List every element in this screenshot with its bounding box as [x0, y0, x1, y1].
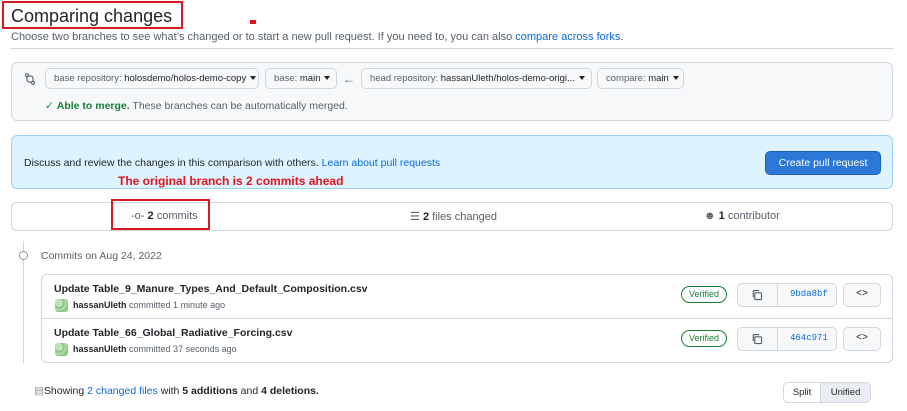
- commits-date-heading: Commits on Aug 24, 2022: [41, 250, 162, 262]
- base-repository-value: holosdemo/holos-demo-copy: [124, 73, 247, 84]
- browse-code-button[interactable]: <>: [843, 283, 881, 307]
- create-pull-request-button[interactable]: Create pull request: [765, 151, 881, 175]
- flash-text: Discuss and review the changes in this c…: [24, 157, 319, 169]
- commit-sha-link[interactable]: 464c971: [790, 333, 828, 343]
- compare-across-forks-link[interactable]: compare across forks: [515, 31, 620, 43]
- annotation-text: The original branch is 2 commits ahead: [118, 174, 344, 188]
- commit-meta: hassanUleth committed 1 minute ago: [73, 300, 225, 310]
- verified-badge[interactable]: Verified: [681, 330, 728, 347]
- changed-files-link[interactable]: 2 changed files: [87, 385, 158, 397]
- commit-time: committed 37 seconds ago: [129, 344, 237, 354]
- commit-message-link[interactable]: Update Table_9_Manure_Types_And_Default_…: [54, 283, 368, 295]
- header-divider: [11, 48, 893, 49]
- files-count: 2: [422, 211, 430, 223]
- annotation-mark: [250, 20, 256, 24]
- compare-value: main: [648, 73, 669, 84]
- summary-and: and: [240, 385, 259, 397]
- commit-time: committed 1 minute ago: [129, 300, 226, 310]
- chevron-down-icon: [672, 76, 679, 81]
- summary-prefix: Showing: [43, 385, 85, 397]
- merge-status-detail: These branches can be automatically merg…: [132, 100, 348, 112]
- check-icon: ✓: [45, 100, 54, 112]
- files-label: files changed: [432, 211, 497, 223]
- copy-icon: [752, 289, 763, 301]
- head-repository-label: head repository:: [370, 73, 439, 84]
- commit-sha-group: 464c971: [737, 327, 837, 351]
- diff-summary: ▤Showing 2 changed files with 5 addition…: [34, 385, 319, 397]
- diff-view-toggle: Split Unified: [783, 382, 871, 403]
- additions-count: 5 additions: [182, 385, 238, 397]
- contributors-count: 1: [718, 210, 725, 222]
- contributors-label: contributor: [727, 210, 780, 222]
- avatar[interactable]: [55, 299, 68, 312]
- arrow-left-icon: ←: [343, 72, 355, 86]
- base-value: main: [299, 73, 321, 84]
- chevron-down-icon: [324, 76, 331, 81]
- commit-sha-link[interactable]: 9bda8bf: [790, 289, 828, 299]
- commit-author[interactable]: hassanUleth: [73, 344, 127, 354]
- merge-status-label: Able to merge.: [56, 100, 130, 112]
- deletions-count: 4 deletions.: [261, 385, 319, 397]
- subtitle-text: Choose two branches to see what’s change…: [11, 31, 513, 43]
- unified-view-button[interactable]: Unified: [821, 383, 870, 402]
- base-repository-select[interactable]: base repository: holosdemo/holos-demo-co…: [45, 68, 259, 89]
- chevron-down-icon: [578, 76, 585, 81]
- compare-branch-select[interactable]: compare: main: [597, 68, 684, 89]
- head-repository-value: hassanUleth/holos-demo-origi...: [440, 73, 575, 84]
- commit-message-link[interactable]: Update Table_66_Global_Radiative_Forcing…: [54, 327, 292, 339]
- git-commit-icon: [19, 251, 28, 260]
- annotation-box-commits: [111, 199, 210, 230]
- base-branch-select[interactable]: base: main: [265, 68, 337, 89]
- merge-status: ✓ Able to merge. These branches can be a…: [45, 100, 348, 112]
- commit-sha-group: 9bda8bf: [737, 283, 837, 307]
- chevron-down-icon: [250, 76, 257, 81]
- subtitle-suffix: .: [620, 31, 624, 43]
- tab-contributors[interactable]: ☻ 1 contributor: [704, 210, 780, 222]
- learn-about-pull-requests-link[interactable]: Learn about pull requests: [322, 157, 441, 169]
- copy-sha-button[interactable]: [738, 284, 778, 306]
- summary-with: with: [160, 385, 180, 397]
- people-icon: ☻: [704, 210, 716, 222]
- copy-sha-button[interactable]: [738, 328, 778, 350]
- avatar[interactable]: [55, 343, 68, 356]
- flash-message: Discuss and review the changes in this c…: [24, 157, 440, 169]
- head-repository-select[interactable]: head repository: hassanUleth/holos-demo-…: [361, 68, 592, 89]
- code-icon: <>: [855, 333, 868, 344]
- verified-badge[interactable]: Verified: [681, 286, 728, 303]
- copy-icon: [752, 333, 763, 345]
- file-diff-icon: ▤: [34, 385, 44, 397]
- code-icon: <>: [855, 289, 868, 300]
- commit-author[interactable]: hassanUleth: [73, 300, 127, 310]
- annotation-box-title: [2, 1, 183, 29]
- split-view-button[interactable]: Split: [784, 383, 822, 402]
- commit-meta: hassanUleth committed 37 seconds ago: [73, 344, 237, 354]
- git-compare-icon: [24, 73, 36, 85]
- compare-label: compare:: [606, 73, 646, 84]
- tab-files-changed[interactable]: ☰ 2 files changed: [410, 210, 497, 223]
- page-subtitle: Choose two branches to see what’s change…: [11, 31, 624, 43]
- file-diff-icon: ☰: [410, 211, 420, 223]
- base-repository-label: base repository:: [54, 73, 122, 84]
- base-label: base:: [274, 73, 298, 84]
- browse-code-button[interactable]: <>: [843, 327, 881, 351]
- commit-row-divider: [42, 318, 892, 319]
